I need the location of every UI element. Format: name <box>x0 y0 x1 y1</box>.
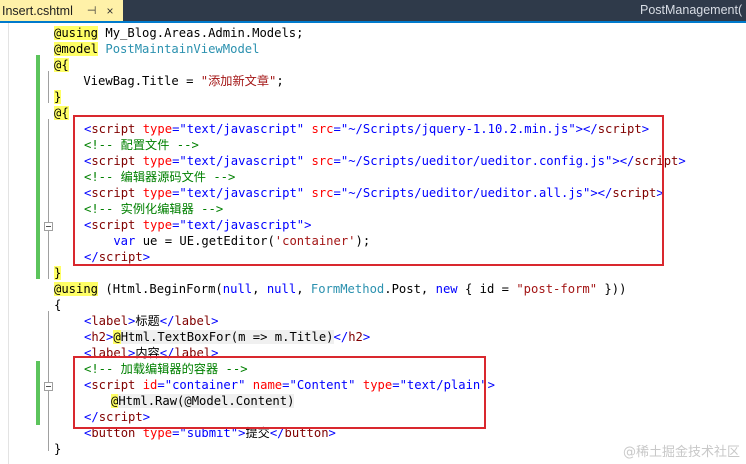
code-line: } <box>54 266 62 280</box>
code-line: @{ <box>54 58 69 72</box>
annotation-box-editor-container <box>73 356 486 429</box>
code-line: @{ <box>54 106 69 120</box>
watermark: @稀土掘金技术社区 <box>622 445 740 460</box>
code-line: ViewBag.Title = "添加新文章"; <box>54 74 284 88</box>
outline-guide <box>48 311 49 451</box>
code-line: <label>标题</label> <box>84 314 219 328</box>
collapse-icon[interactable] <box>44 382 53 391</box>
code-editor[interactable]: @using My_Blog.Areas.Admin.Models; @mode… <box>0 23 746 464</box>
pin-icon[interactable]: ⊣ <box>87 4 97 17</box>
change-bar <box>36 119 40 279</box>
annotation-box-script-includes <box>73 115 664 266</box>
code-line: @using My_Blog.Areas.Admin.Models; <box>54 26 304 40</box>
outline-guide <box>48 71 49 103</box>
code-line: <h2>@Html.TextBoxFor(m => m.Title)</h2> <box>84 330 371 344</box>
code-line: @using (Html.BeginForm(null, null, FormM… <box>54 282 627 296</box>
code-line: @model PostMaintainViewModel <box>54 42 260 56</box>
tab-insert-cshtml[interactable]: Insert.cshtml ⊣ × <box>0 0 123 21</box>
code-line: } <box>54 90 62 104</box>
close-icon[interactable]: × <box>106 4 113 18</box>
code-line: { <box>54 298 62 312</box>
tab-postmanagement[interactable]: PostManagement( <box>640 3 746 21</box>
tab-title: Insert.cshtml <box>2 3 73 18</box>
code-line: } <box>54 442 62 456</box>
collapse-icon[interactable] <box>44 222 53 231</box>
outline-guide <box>48 119 49 279</box>
indicator-margin <box>8 23 9 464</box>
document-tab-bar: Insert.cshtml ⊣ × PostManagement( <box>0 0 746 23</box>
change-bar <box>36 361 40 425</box>
